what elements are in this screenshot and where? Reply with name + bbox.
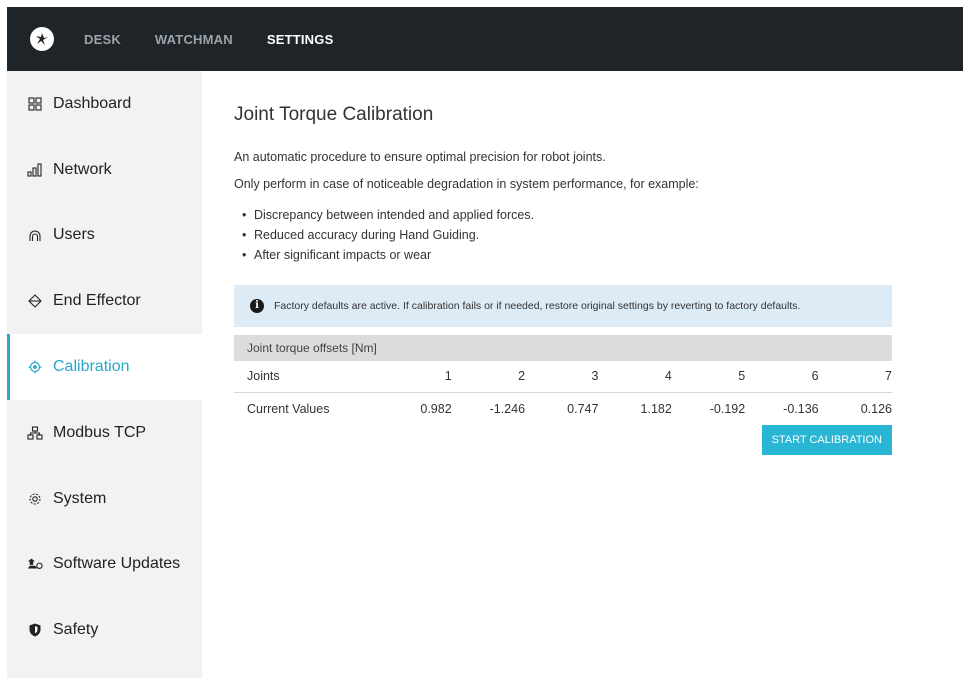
sidebar-item-label: Modbus TCP: [53, 423, 147, 441]
sidebar-item-label: Users: [53, 226, 95, 244]
joint-header: 2: [518, 369, 526, 383]
table-caption: Joint torque offsets [Nm]: [234, 334, 892, 361]
joint-value: 0.982: [420, 401, 452, 416]
gripper-icon: [27, 293, 43, 309]
joint-value: 1.182: [640, 401, 672, 416]
joint-value: 0.747: [567, 401, 599, 416]
sidebar-item-network[interactable]: Network: [7, 137, 202, 203]
sidebar-item-modbus-tcp[interactable]: Modbus TCP: [7, 400, 202, 466]
sidebar-item-calibration[interactable]: Calibration: [7, 334, 202, 400]
joint-header: 1: [444, 369, 452, 383]
nav-settings[interactable]: SETTINGS: [267, 32, 334, 47]
robot-logo-icon[interactable]: [30, 27, 54, 51]
sidebar-item-dashboard[interactable]: Dashboard: [7, 71, 202, 137]
sidebar: Dashboard Network Users End Effector Cal…: [7, 71, 202, 678]
sidebar-item-label: Safety: [53, 621, 99, 639]
shield-icon: [27, 622, 43, 638]
main-content: Joint Torque Calibration An automatic pr…: [234, 71, 894, 455]
sidebar-item-safety[interactable]: Safety: [7, 597, 202, 663]
signal-bars-icon: [27, 162, 43, 178]
network-tree-icon: [27, 425, 43, 441]
joint-value: -0.192: [709, 401, 746, 416]
sidebar-item-label: Dashboard: [53, 94, 132, 112]
sidebar-item-system[interactable]: System: [7, 466, 202, 532]
joint-header: 6: [811, 369, 819, 383]
sidebar-item-label: Calibration: [53, 358, 130, 376]
joint-value: -1.246: [489, 401, 526, 416]
list-item: After significant impacts or wear: [242, 245, 894, 265]
joint-header: 7: [885, 369, 892, 383]
table-row: Current Values 0.982 -1.246 0.747 1.182 …: [234, 393, 892, 425]
description-secondary: Only perform in case of noticeable degra…: [234, 176, 699, 191]
list-item: Discrepancy between intended and applied…: [242, 205, 894, 225]
update-icon: [27, 556, 43, 572]
condition-list: Discrepancy between intended and applied…: [234, 205, 894, 265]
top-navigation-bar: DESK WATCHMAN SETTINGS: [7, 7, 963, 71]
joint-header: 4: [664, 369, 672, 383]
sidebar-item-software-updates[interactable]: Software Updates: [7, 532, 202, 598]
crosshair-icon: [27, 359, 43, 375]
torque-offsets-table: Joint torque offsets [Nm] Joints 1 2 3 4…: [234, 334, 892, 425]
info-banner: i Factory defaults are active. If calibr…: [234, 284, 892, 327]
values-label: Current Values: [247, 401, 330, 416]
joint-header: 3: [591, 369, 599, 383]
joint-header: 5: [738, 369, 746, 383]
joint-value: -0.136: [783, 401, 819, 416]
joint-value: 0.126: [860, 401, 892, 416]
sidebar-item-users[interactable]: Users: [7, 203, 202, 269]
start-calibration-button[interactable]: START CALIBRATION: [761, 424, 892, 455]
grid-icon: [27, 96, 43, 112]
table-header-row: Joints 1 2 3 4 5 6 7: [234, 361, 892, 393]
sidebar-item-label: Software Updates: [53, 555, 181, 573]
list-item: Reduced accuracy during Hand Guiding.: [242, 225, 894, 245]
description: An automatic procedure to ensure optimal…: [234, 150, 606, 164]
user-icon: [27, 227, 43, 243]
sidebar-item-label: System: [53, 489, 107, 507]
sidebar-item-label: End Effector: [53, 292, 141, 310]
info-icon: i: [250, 298, 264, 313]
sidebar-item-label: Network: [53, 160, 112, 178]
sidebar-item-end-effector[interactable]: End Effector: [7, 268, 202, 334]
info-text: Factory defaults are active. If calibrat…: [274, 299, 801, 312]
nav-watchman[interactable]: WATCHMAN: [155, 32, 233, 47]
gear-icon: [27, 491, 43, 507]
header-label: Joints: [247, 369, 280, 383]
page-title: Joint Torque Calibration: [234, 104, 434, 125]
nav-desk[interactable]: DESK: [84, 32, 121, 47]
